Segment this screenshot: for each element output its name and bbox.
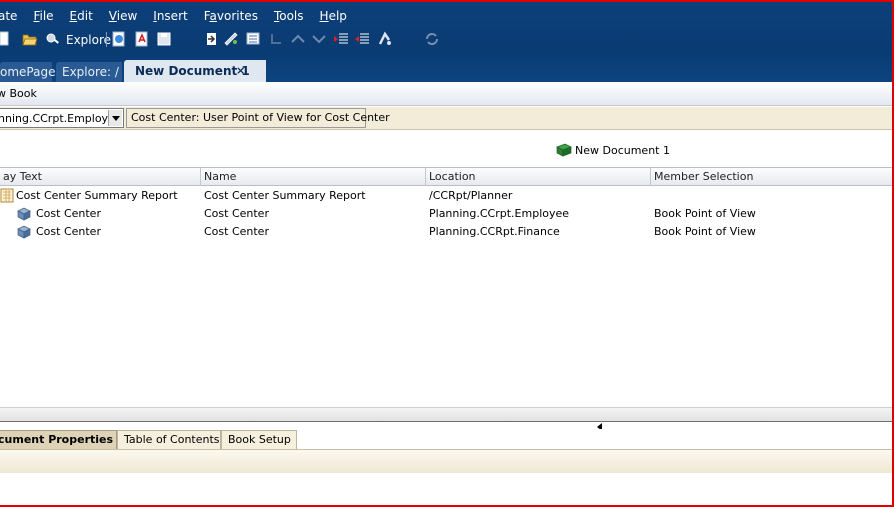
book-icon <box>556 143 572 157</box>
row-location: Planning.CCRpt.Finance <box>429 225 560 238</box>
properties-panel <box>0 449 892 473</box>
menu-item-edit[interactable]: Edit <box>62 7 101 25</box>
row-name: Cost Center <box>204 225 269 238</box>
book-contents-table: ay Text Name Location Member Selection C… <box>0 167 892 407</box>
menu-item-help[interactable]: Help <box>312 7 355 25</box>
import-icon[interactable] <box>203 31 219 47</box>
explore-button[interactable]: Explore <box>66 32 111 48</box>
save-icon[interactable] <box>156 31 172 47</box>
report-icon <box>0 188 14 203</box>
row-member-selection: Book Point of View <box>654 207 756 220</box>
column-member-selection[interactable]: Member Selection <box>651 168 892 186</box>
column-display-text[interactable]: ay Text <box>0 168 201 186</box>
dimension-icon <box>17 225 31 239</box>
row-location: /CCRpt/Planner <box>429 189 513 202</box>
column-location[interactable]: Location <box>426 168 651 186</box>
new-document-icon[interactable] <box>0 31 16 47</box>
access-key: E <box>69 9 78 23</box>
move-icon <box>271 34 281 44</box>
tab-document-properties[interactable]: cument Properties <box>0 430 117 449</box>
tools-icon[interactable] <box>223 31 239 47</box>
row-name: Cost Center Summary Report <box>204 189 366 202</box>
pov-bar: nning.CCrpt.Employee Cost Center: User P… <box>0 107 892 130</box>
row-name: Cost Center <box>204 207 269 220</box>
menu-item-insert[interactable]: Insert <box>145 7 195 25</box>
tab-new-document[interactable]: New Document 1 × <box>124 60 266 82</box>
tab-explore[interactable]: Explore: / <box>56 62 122 82</box>
pov-cost-center-button[interactable]: Cost Center: User Point of View for Cost… <box>126 108 390 128</box>
table-row[interactable]: Cost Center Summary Report Cost Center S… <box>0 187 892 205</box>
pov-database-select[interactable]: nning.CCrpt.Employee <box>0 108 124 128</box>
toolbar: Explore <box>0 29 892 51</box>
document-header: New Document 1 <box>0 131 892 167</box>
indent-icon[interactable] <box>333 31 349 47</box>
grid-properties-icon[interactable] <box>245 31 261 47</box>
open-folder-icon[interactable] <box>22 31 38 47</box>
access-key: H <box>319 9 329 23</box>
tab-table-of-contents[interactable]: Table of Contents <box>117 430 221 449</box>
move-down-icon <box>312 35 326 44</box>
header-band: ate File Edit View Insert Favorites Tool… <box>0 2 892 82</box>
access-key: I <box>153 9 157 23</box>
horizontal-scrollbar[interactable] <box>0 407 892 421</box>
page-title-bar: w Book <box>0 82 892 106</box>
document-name: New Document 1 <box>575 143 670 157</box>
table-row[interactable]: Cost Center Cost Center Planning.CCRpt.F… <box>0 223 892 241</box>
web-document-icon[interactable] <box>111 31 127 47</box>
access-key: V <box>108 9 117 23</box>
tab-homepage-label: omePage <box>0 65 56 79</box>
move-up-icon <box>291 34 305 43</box>
properties-tab-strip: cument Properties Table of Contents Book… <box>0 429 892 449</box>
access-key: F <box>33 9 40 23</box>
member-selection-icon[interactable] <box>377 31 393 47</box>
close-icon[interactable]: × <box>236 60 245 82</box>
menu-item-favorites[interactable]: Favorites <box>196 7 266 25</box>
tab-book-setup[interactable]: Book Setup <box>221 430 297 449</box>
outdent-icon[interactable] <box>354 31 370 47</box>
column-name[interactable]: Name <box>201 168 426 186</box>
row-display-text: Cost Center <box>36 225 101 238</box>
row-location: Planning.CCrpt.Employee <box>429 207 570 220</box>
row-display-text: Cost Center <box>36 207 101 220</box>
row-member-selection: Book Point of View <box>654 225 756 238</box>
tab-strip: omePage Explore: / New Document 1 × <box>0 60 892 82</box>
application-window: ate File Edit View Insert Favorites Tool… <box>0 0 894 507</box>
menu-item-tools[interactable]: Tools <box>266 7 312 25</box>
tab-homepage[interactable]: omePage <box>0 62 56 82</box>
refresh-icon[interactable] <box>424 31 440 47</box>
explore-icon[interactable] <box>45 31 61 47</box>
toolbar-separator <box>106 32 107 47</box>
pdf-icon[interactable] <box>134 31 150 47</box>
table-row[interactable]: Cost Center Cost Center Planning.CCrpt.E… <box>0 205 892 223</box>
menu-item-navigate[interactable]: ate <box>0 7 25 25</box>
access-key: a <box>209 9 217 23</box>
table-header: ay Text Name Location Member Selection <box>0 168 892 186</box>
properties-content <box>0 473 892 505</box>
row-display-text: Cost Center Summary Report <box>16 189 178 202</box>
tab-new-document-label: New Document 1 <box>135 64 250 78</box>
dimension-icon <box>17 207 31 221</box>
document-label[interactable]: New Document 1 <box>556 143 670 157</box>
page-title: w Book <box>0 87 37 100</box>
chevron-down-icon[interactable] <box>108 110 122 126</box>
access-key: T <box>273 9 280 23</box>
panel-splitter[interactable] <box>0 421 892 431</box>
pov-select-value: nning.CCrpt.Employee <box>0 112 122 125</box>
menu-item-view[interactable]: View <box>101 7 145 25</box>
menu-item-file[interactable]: File <box>25 7 61 25</box>
tab-explore-label: Explore: / <box>62 65 119 79</box>
menu-bar: ate File Edit View Insert Favorites Tool… <box>0 7 355 25</box>
